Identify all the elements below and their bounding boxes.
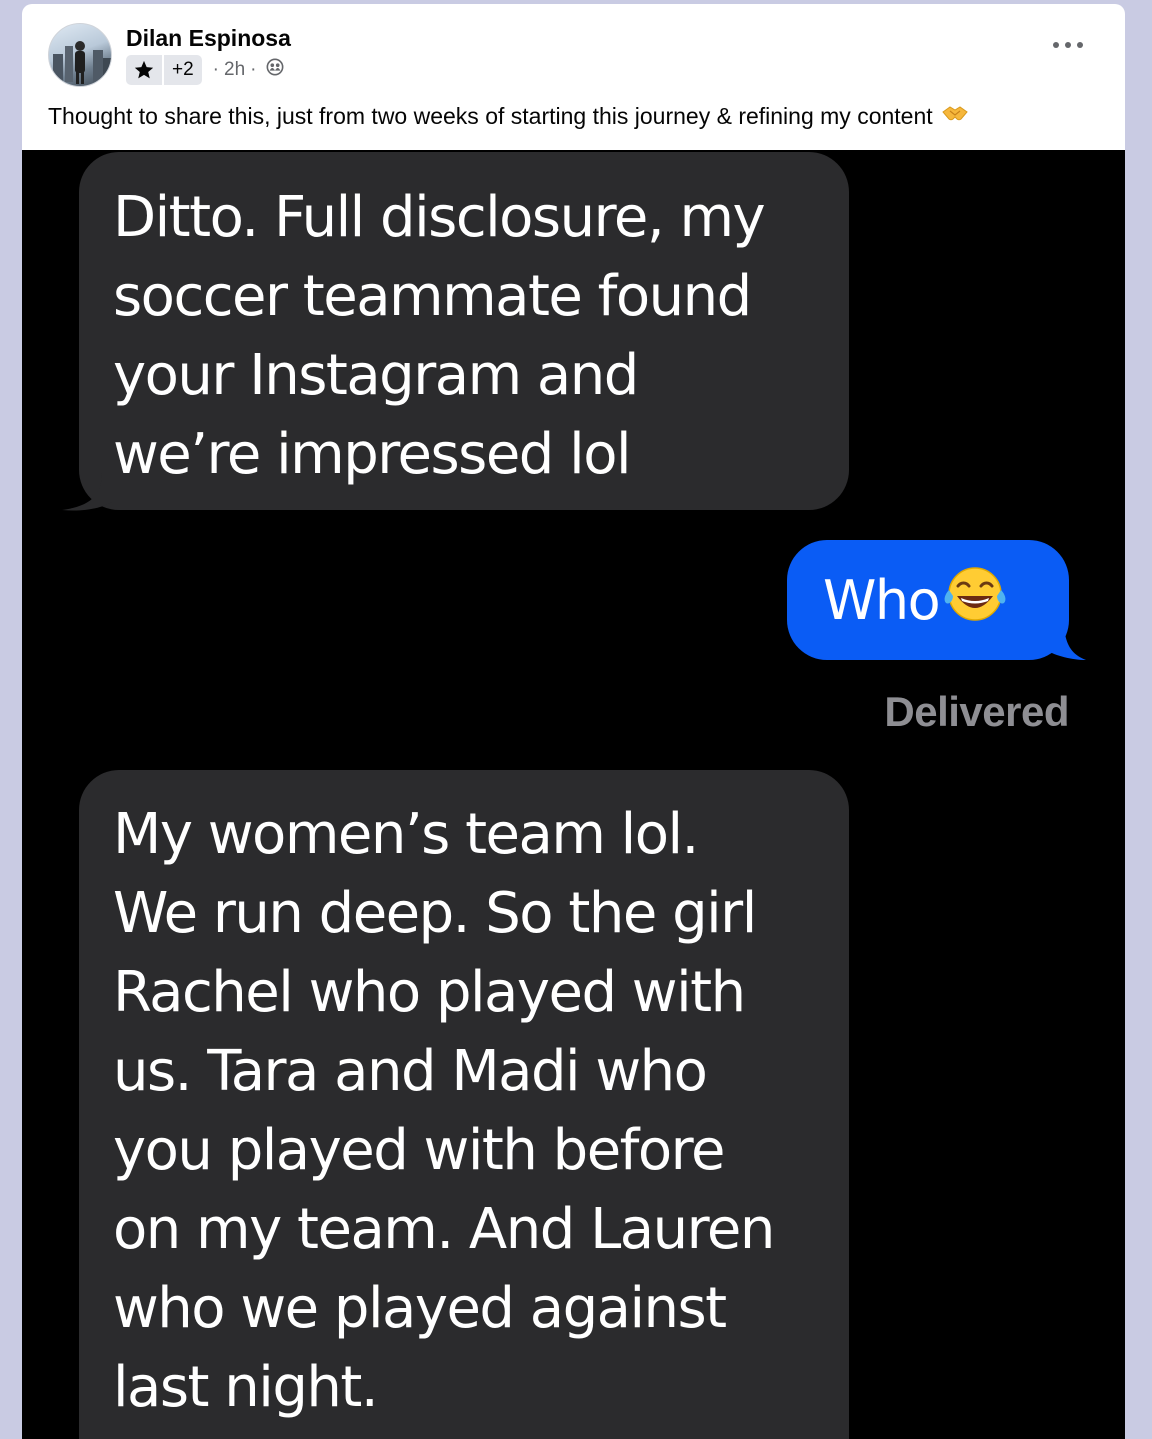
message-line: My women’s team lol. [113, 802, 699, 867]
handshake-icon [941, 102, 969, 130]
message-line: last night. [113, 1355, 379, 1420]
message-line: you played with before [113, 1118, 725, 1183]
received-message-bubble: My women’s team lol. We run deep. So the… [79, 770, 849, 1439]
star-icon[interactable] [126, 55, 162, 85]
received-message-bubble: Ditto. Full disclosure, my soccer teamma… [79, 152, 849, 510]
more-options-icon[interactable] [1053, 40, 1083, 50]
message-line: Ditto. Full disclosure, my [113, 185, 766, 250]
message-line: soccer teammate found [113, 264, 752, 329]
message-line: who we played against [113, 1276, 727, 1341]
message-line: on my team. And Lauren [113, 1197, 775, 1262]
message-line: your Instagram and [113, 343, 639, 408]
post-time-row: · 2h · [208, 58, 285, 82]
separator-dot: · [212, 59, 219, 80]
post-header: Dilan Espinosa +2 · 2h · Thought to shar… [22, 4, 1125, 150]
author-name[interactable]: Dilan Espinosa [126, 25, 291, 52]
bubble-tail [1046, 620, 1086, 660]
sent-message-bubble: Who [787, 540, 1069, 660]
delivery-status: Delivered [884, 688, 1069, 735]
sent-message-text: Who [823, 568, 941, 632]
message-line: we’re impressed lol [113, 422, 632, 487]
post-card: Dilan Espinosa +2 · 2h · Thought to shar… [22, 4, 1125, 1439]
avatar[interactable] [48, 23, 112, 87]
post-caption-row: Thought to share this, just from two wee… [48, 102, 969, 130]
message-line: Rachel who played with [113, 960, 746, 1025]
separator-dot: · [250, 59, 257, 80]
message-line: us. Tara and Madi who [113, 1039, 708, 1104]
post-meta: +2 · 2h · [126, 55, 284, 85]
bubble-tail [62, 472, 112, 511]
tears-of-joy-icon [943, 564, 1007, 637]
message-screenshot: Ditto. Full disclosure, my soccer teamma… [22, 150, 1125, 1439]
message-line: We run deep. So the girl [113, 881, 757, 946]
post-caption: Thought to share this, just from two wee… [48, 102, 933, 129]
friends-icon[interactable] [266, 58, 284, 82]
badge-count[interactable]: +2 [164, 55, 202, 85]
post-time[interactable]: 2h [224, 59, 245, 81]
